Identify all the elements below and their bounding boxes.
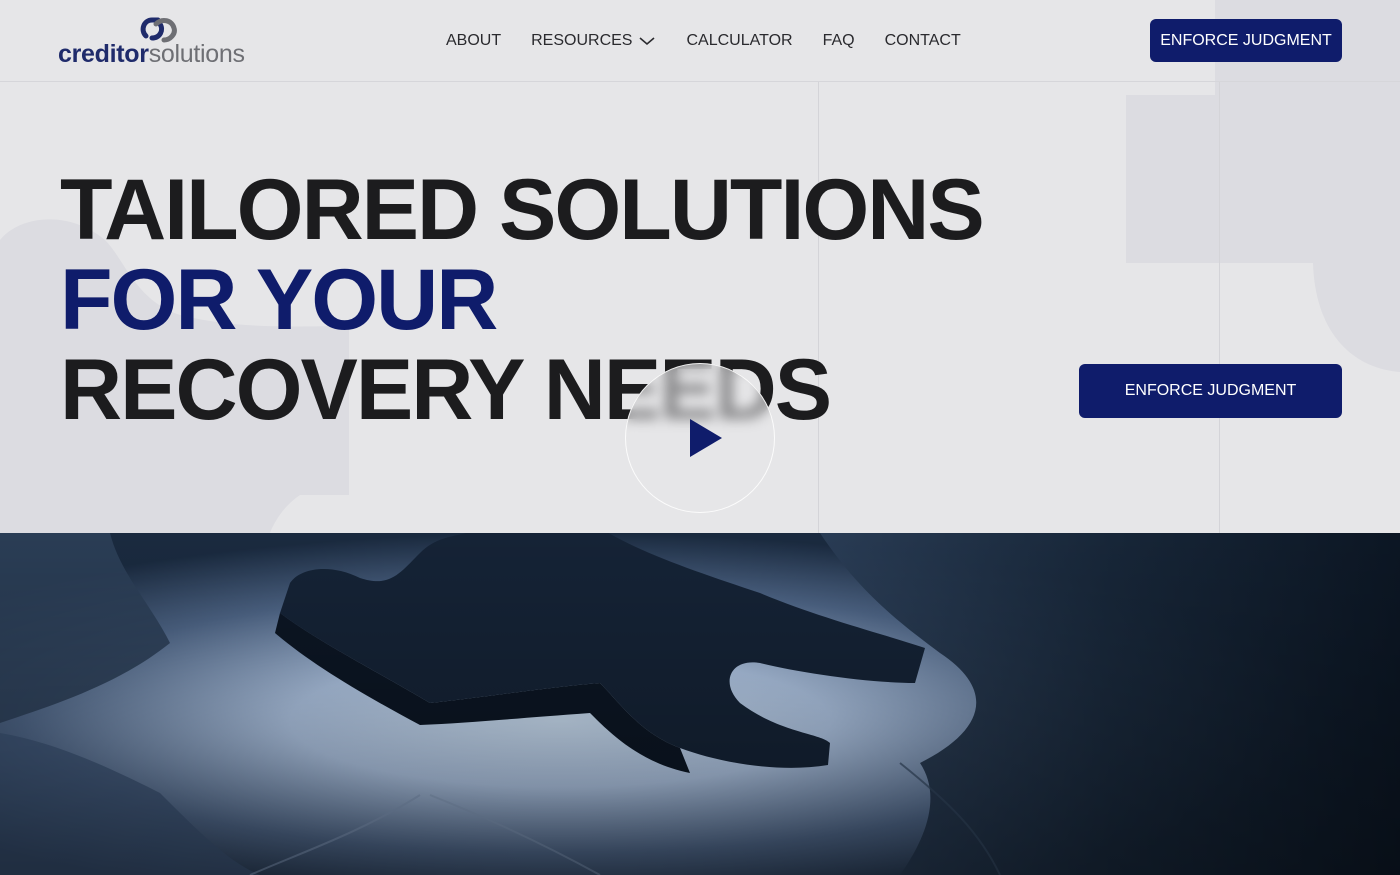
hero-title: TAILORED SOLUTIONS FOR YOUR RECOVERY NEE… — [60, 162, 985, 438]
brand-wordmark: creditorsolutions — [58, 40, 245, 69]
nav-item-label: CALCULATOR — [686, 32, 793, 49]
puzzle-pieces-image — [0, 533, 1400, 875]
hero-title-line-2: FOR YOUR — [60, 252, 498, 348]
brand-logo[interactable]: creditorsolutions — [58, 16, 268, 68]
divider-line — [1219, 82, 1220, 533]
main-nav: ABOUT RESOURCES CALCULATOR FAQ CONTACT — [446, 31, 961, 51]
nav-item-label: ABOUT — [446, 32, 502, 49]
nav-item-faq[interactable]: FAQ — [823, 32, 855, 50]
site-header: creditorsolutions ABOUT RESOURCES CALCUL… — [0, 0, 1400, 82]
nav-item-contact[interactable]: CONTACT — [885, 32, 961, 50]
chevron-down-icon — [639, 37, 656, 46]
play-icon — [690, 419, 722, 457]
brand-name-bold: creditor — [58, 40, 149, 68]
nav-item-label: RESOURCES — [531, 32, 633, 49]
hero-title-line-1: TAILORED SOLUTIONS — [60, 162, 985, 258]
enforce-judgment-header-button[interactable]: ENFORCE JUDGMENT — [1150, 19, 1342, 62]
nav-item-label: FAQ — [822, 32, 855, 49]
enforce-judgment-hero-button[interactable]: ENFORCE JUDGMENT — [1079, 364, 1342, 418]
hero-title-line-3: RECOVERY NEEDS — [60, 342, 832, 438]
nav-item-calculator[interactable]: CALCULATOR — [686, 32, 792, 50]
brand-name-light: solutions — [148, 40, 245, 68]
nav-item-about[interactable]: ABOUT — [446, 32, 501, 50]
landing-page: creditorsolutions ABOUT RESOURCES CALCUL… — [0, 0, 1400, 875]
nav-item-resources[interactable]: RESOURCES — [531, 32, 656, 50]
nav-item-label: CONTACT — [884, 32, 961, 49]
play-video-button[interactable] — [625, 363, 775, 513]
